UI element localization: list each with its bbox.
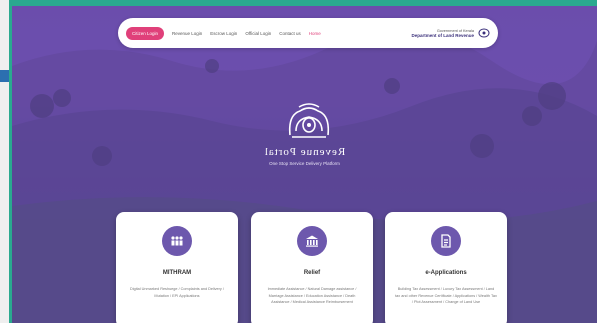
card-title: MITHRAM: [162, 270, 192, 276]
kerala-emblem-icon: [288, 103, 330, 138]
bank-icon: [297, 226, 327, 256]
card-description: Building Tax Assessment / Luxury Tax Ass…: [395, 287, 497, 304]
nav-link-escrow-login[interactable]: Escrow Login: [210, 31, 237, 36]
page-frame: Citizen Login Revenue Login Escrow Login…: [0, 0, 597, 323]
hero-background: Citizen Login Revenue Login Escrow Login…: [12, 6, 597, 323]
citizen-login-button[interactable]: Citizen Login: [126, 26, 165, 40]
service-card-mithram[interactable]: MITHRAM Digital Unmarked Reshuege / Comp…: [116, 212, 238, 323]
people-icon: [162, 226, 192, 256]
top-navigation: Citizen Login Revenue Login Escrow Login…: [118, 18, 498, 48]
page-subtitle: One Stop Service Delivery Platform: [269, 161, 340, 166]
brand-logo[interactable]: Government of Kerala Department of Land …: [411, 28, 490, 38]
card-description: Digital Unmarked Reshuege / Complaints a…: [130, 287, 224, 298]
card-title: e-Applications: [425, 270, 467, 276]
nav-link-official-login[interactable]: Official Login: [245, 31, 271, 36]
page-title: Revenue Portal: [263, 146, 346, 158]
service-card-relief[interactable]: Relief Immediate Assistance / Natural Da…: [251, 212, 373, 323]
service-card-e-applications[interactable]: e-Applications Building Tax Assessment /…: [385, 212, 507, 323]
nav-link-contact[interactable]: Contact us: [279, 31, 301, 36]
brand-department: Department of Land Revenue: [411, 32, 474, 38]
brand-text: Government of Kerala Department of Land …: [411, 29, 474, 38]
left-border: [9, 0, 12, 323]
kerala-emblem-icon: [478, 28, 490, 38]
nav-links: Citizen Login Revenue Login Escrow Login…: [126, 26, 321, 40]
card-description: Immediate Assistance / Natural Damage as…: [267, 287, 357, 304]
document-icon: [431, 226, 461, 256]
left-window-edge: [0, 0, 12, 323]
card-title: Relief: [303, 270, 321, 276]
nav-link-home[interactable]: Home: [309, 31, 321, 36]
nav-link-revenue-login[interactable]: Revenue Login: [172, 31, 202, 36]
